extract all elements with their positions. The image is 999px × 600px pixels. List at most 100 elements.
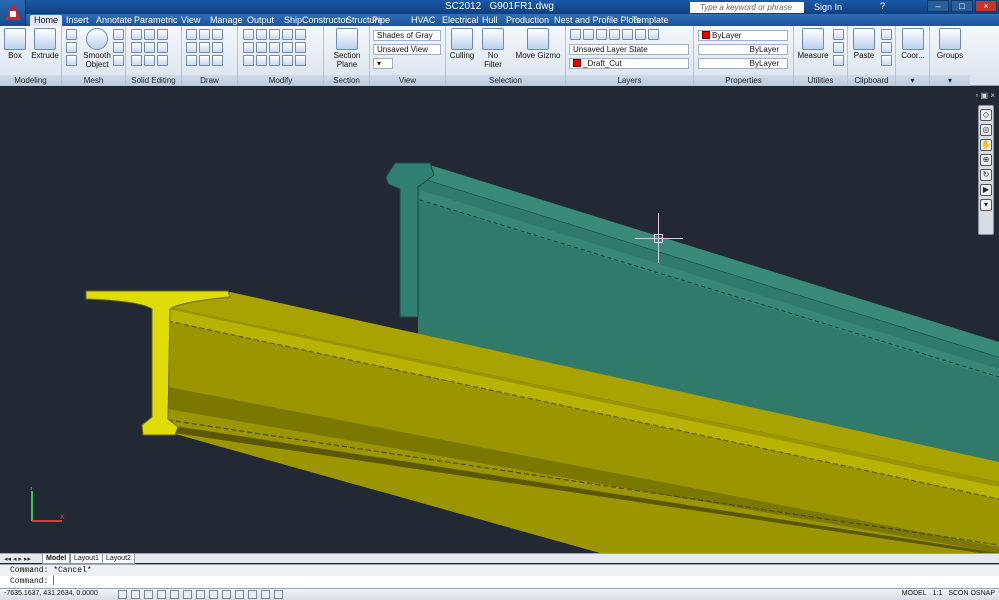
osnap-status[interactable]: SCON OSNAP [948, 590, 995, 597]
panel-title-modeling[interactable]: Modeling [0, 75, 61, 86]
stretch-icon[interactable] [282, 42, 293, 53]
search-input[interactable]: Type a keyword or phrase [690, 2, 804, 13]
application-menu-button[interactable] [0, 0, 26, 26]
pan-icon[interactable]: ✋ [980, 139, 992, 151]
ducs-toggle-icon[interactable] [209, 590, 218, 599]
otrack-toggle-icon[interactable] [196, 590, 205, 599]
arc-icon[interactable] [212, 29, 223, 40]
navbar-menu-icon[interactable]: ▾ [980, 199, 992, 211]
scale-icon[interactable] [295, 42, 306, 53]
panel-title-utilities[interactable]: Utilities [794, 75, 847, 86]
spline-icon[interactable] [186, 42, 197, 53]
layer-properties-icon[interactable] [570, 29, 581, 40]
line-icon[interactable] [199, 29, 210, 40]
mesh-tool-icon[interactable] [113, 42, 124, 53]
polygon-icon[interactable] [186, 55, 197, 66]
selection-cycling-toggle-icon[interactable] [274, 590, 283, 599]
utility-tool-icon[interactable] [833, 42, 844, 53]
layer-dropdown[interactable]: _Draft_Cut [569, 58, 689, 69]
maximize-button[interactable]: □ [951, 0, 973, 12]
no-filter-button[interactable]: No Filter [478, 28, 508, 69]
mesh-tool-icon[interactable] [113, 29, 124, 40]
panel-title-section[interactable]: Section [324, 75, 369, 86]
tab-manage[interactable]: Manage [210, 15, 243, 26]
tab-shipconstructor[interactable]: ShipConstructor [284, 15, 349, 26]
rectangle-icon[interactable] [199, 55, 210, 66]
move-icon[interactable] [243, 29, 254, 40]
layer-tool-icon[interactable] [609, 29, 620, 40]
rotate-icon[interactable] [256, 29, 267, 40]
groups-button[interactable]: Groups [934, 28, 966, 60]
extract-edges-icon[interactable] [157, 42, 168, 53]
layer-tool-icon[interactable] [648, 29, 659, 40]
tab-insert[interactable]: Insert [66, 15, 89, 26]
tab-parametric[interactable]: Parametric [134, 15, 178, 26]
trim-icon[interactable] [269, 29, 280, 40]
polyline-icon[interactable] [186, 29, 197, 40]
color-dropdown[interactable]: ByLayer [698, 30, 788, 41]
steering-wheel-icon[interactable]: ◎ [980, 124, 992, 136]
3d-osnap-toggle-icon[interactable] [183, 590, 192, 599]
utility-tool-icon[interactable] [833, 55, 844, 66]
osnap-toggle-icon[interactable] [170, 590, 179, 599]
mesh-tool-icon[interactable] [66, 42, 77, 53]
union-icon[interactable] [131, 29, 142, 40]
measure-button[interactable]: Measure [796, 28, 830, 60]
tab-layout2[interactable]: Layout2 [102, 554, 135, 564]
match-properties-icon[interactable] [881, 55, 892, 66]
zoom-icon[interactable]: ⊕ [980, 154, 992, 166]
extrude-button[interactable]: Extrude [31, 28, 59, 60]
visual-style-dropdown[interactable]: Shades of Gray [373, 30, 441, 41]
polar-toggle-icon[interactable] [157, 590, 166, 599]
tab-template[interactable]: Template [632, 15, 669, 26]
panel-title-modify[interactable]: Modify [238, 75, 323, 86]
section-plane-button[interactable]: Section Plane [332, 28, 362, 69]
erase-icon[interactable] [282, 29, 293, 40]
transparency-toggle-icon[interactable] [248, 590, 257, 599]
panel-title-layers[interactable]: Layers [566, 75, 693, 86]
hatch-icon[interactable] [212, 55, 223, 66]
move-gizmo-button[interactable]: Move Gizmo [514, 28, 562, 60]
sign-in-link[interactable]: Sign In [814, 2, 842, 12]
3d-array-icon[interactable] [295, 55, 306, 66]
tab-model[interactable]: Model [42, 554, 71, 564]
tab-home[interactable]: Home [30, 15, 63, 26]
grid-toggle-icon[interactable] [131, 590, 140, 599]
panel-title-coordinates[interactable]: ▾ [896, 75, 929, 86]
tab-view[interactable]: View [181, 15, 200, 26]
tab-layout1[interactable]: Layout1 [70, 554, 103, 564]
tab-nest-and-profile-plots[interactable]: Nest and Profile Plots [554, 15, 641, 26]
interfere-icon[interactable] [144, 42, 155, 53]
annotation-scale[interactable]: 1:1 [933, 590, 943, 597]
tab-hull[interactable]: Hull [482, 15, 498, 26]
fillet-edge-icon[interactable] [157, 55, 168, 66]
viewport-window-controls[interactable]: ▫ ▣ × [975, 91, 995, 100]
layer-tool-icon[interactable] [635, 29, 646, 40]
panel-title-mesh[interactable]: Mesh [62, 75, 125, 86]
slice-icon[interactable] [131, 42, 142, 53]
coordinates-button[interactable]: Coor... [898, 28, 928, 60]
viewport-config-dropdown[interactable]: ▾ [373, 58, 393, 69]
named-view-dropdown[interactable]: Unsaved View [373, 44, 441, 55]
panel-title-draw[interactable]: Draw [182, 75, 237, 86]
lineweight-toggle-icon[interactable] [235, 590, 244, 599]
help-icon[interactable]: ? [880, 1, 885, 11]
snap-toggle-icon[interactable] [118, 590, 127, 599]
panel-title-groups[interactable]: ▾ [930, 75, 970, 86]
command-input[interactable]: Command: ▏ [0, 576, 999, 587]
culling-button[interactable]: Culling [448, 28, 476, 60]
coordinate-readout[interactable]: -7635.1637, 431.2634, 0.0000 [4, 590, 98, 597]
ortho-toggle-icon[interactable] [144, 590, 153, 599]
close-button[interactable]: × [975, 0, 997, 12]
array-icon[interactable] [243, 55, 254, 66]
mesh-tool-icon[interactable] [113, 55, 124, 66]
viewcube-icon[interactable]: ◇ [980, 109, 992, 121]
3d-mirror-icon[interactable] [282, 55, 293, 66]
drawing-viewport[interactable]: ▫ ▣ × ◇ ◎ ✋ ⊕ ↻ ▶ ▾ Y X [0, 87, 999, 553]
quick-properties-toggle-icon[interactable] [261, 590, 270, 599]
shell-icon[interactable] [131, 55, 142, 66]
paste-button[interactable]: Paste [850, 28, 878, 60]
mesh-tool-icon[interactable] [66, 55, 77, 66]
subtract-icon[interactable] [144, 29, 155, 40]
layer-tool-icon[interactable] [622, 29, 633, 40]
